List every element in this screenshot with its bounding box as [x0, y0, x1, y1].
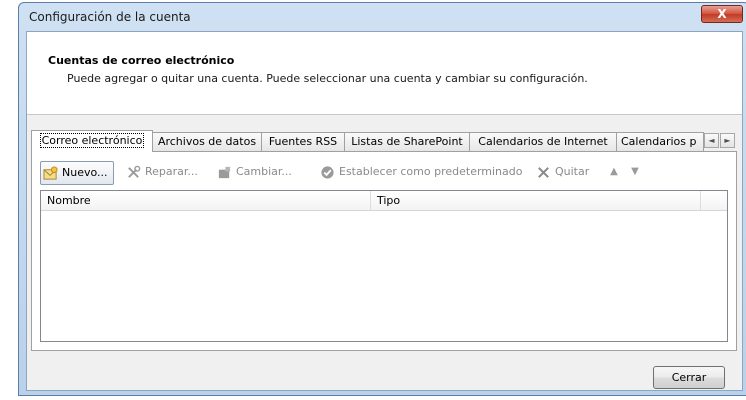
tab-scroll-right-button[interactable]: ►	[720, 133, 735, 148]
close-dialog-button[interactable]: Cerrar	[653, 366, 725, 389]
set-default-button[interactable]: Establecer como predeterminado	[318, 161, 522, 185]
header-title: Cuentas de correo electrónico	[48, 54, 235, 67]
column-header-name[interactable]: Nombre	[41, 191, 371, 210]
tab-data-files[interactable]: Archivos de datos	[152, 132, 262, 151]
tab-scroll-left-button[interactable]: ◄	[704, 133, 719, 148]
move-up-button[interactable]: ▲	[608, 165, 620, 179]
set-default-label: Establecer como predeterminado	[339, 165, 523, 178]
window-close-button[interactable]: X	[701, 5, 743, 23]
remove-account-button[interactable]: Quitar	[534, 161, 589, 185]
tab-published-calendars[interactable]: Calendarios p	[616, 132, 704, 151]
checkmark-icon	[321, 166, 334, 179]
tab-email[interactable]: Correo electrónico	[31, 130, 153, 152]
accounts-list[interactable]: Nombre Tipo	[40, 190, 728, 342]
tab-rss-feeds[interactable]: Fuentes RSS	[261, 132, 345, 151]
column-header-type[interactable]: Tipo	[371, 191, 701, 210]
tools-icon	[128, 165, 141, 178]
new-account-button[interactable]: Nuevo...	[40, 161, 114, 185]
move-down-button[interactable]: ▼	[629, 165, 641, 179]
header-description: Puede agregar o quitar una cuenta. Puede…	[67, 72, 588, 85]
title-bar[interactable]: Configuración de la cuenta X	[19, 3, 746, 31]
new-account-label: Nuevo...	[62, 166, 108, 179]
change-account-label: Cambiar...	[236, 165, 292, 178]
account-toolbar: Nuevo... Reparar... Cambiar... Establece…	[40, 161, 728, 187]
remove-account-label: Quitar	[555, 165, 590, 178]
dialog-client-area: Cuentas de correo electrónico Puede agre…	[26, 31, 743, 391]
edit-card-icon	[218, 166, 231, 179]
delete-x-icon	[538, 167, 549, 178]
change-account-button[interactable]: Cambiar...	[215, 161, 292, 185]
new-mail-icon	[43, 166, 58, 180]
repair-account-button[interactable]: Reparar...	[124, 161, 198, 185]
tab-strip: Correo electrónico Archivos de datos Fue…	[31, 130, 737, 152]
repair-account-label: Reparar...	[145, 165, 198, 178]
tab-internet-calendars[interactable]: Calendarios de Internet	[469, 132, 617, 151]
account-settings-window: Configuración de la cuenta X Cuentas de …	[18, 2, 746, 396]
tab-email-label: Correo electrónico	[39, 133, 145, 148]
list-header: Nombre Tipo	[41, 191, 727, 211]
header-panel: Cuentas de correo electrónico Puede agre…	[27, 32, 742, 115]
window-title: Configuración de la cuenta	[29, 10, 191, 24]
email-tab-page: Nuevo... Reparar... Cambiar... Establece…	[31, 151, 737, 351]
tab-sharepoint-lists[interactable]: Listas de SharePoint	[344, 132, 470, 151]
